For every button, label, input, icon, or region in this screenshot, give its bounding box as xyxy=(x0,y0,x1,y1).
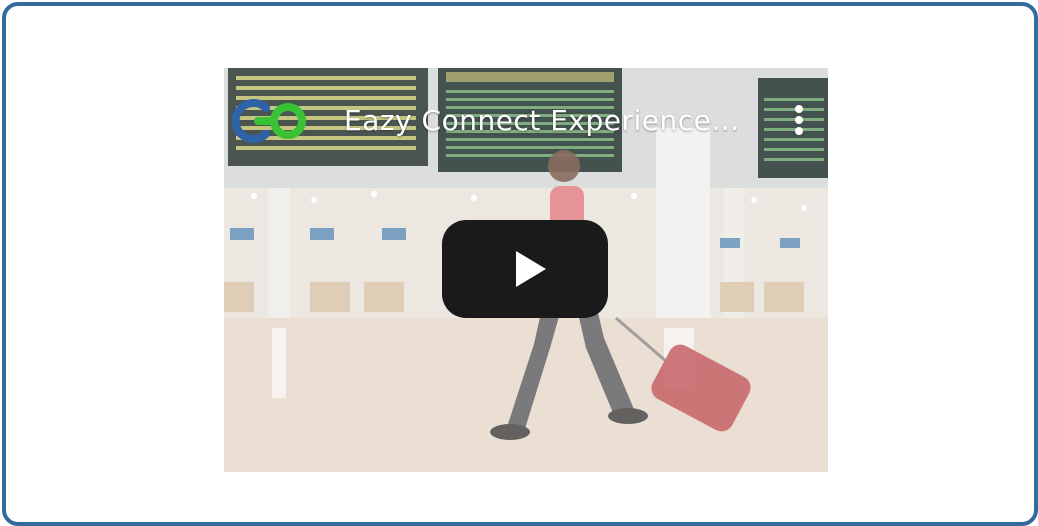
more-vertical-icon[interactable] xyxy=(792,102,806,138)
play-button[interactable] xyxy=(442,220,608,318)
eazy-connect-logo xyxy=(232,99,306,143)
embed-card: Eazy Connect Experience... xyxy=(2,2,1038,526)
play-icon xyxy=(516,251,546,287)
video-player[interactable]: Eazy Connect Experience... xyxy=(224,68,828,472)
video-title[interactable]: Eazy Connect Experience... xyxy=(344,104,740,137)
